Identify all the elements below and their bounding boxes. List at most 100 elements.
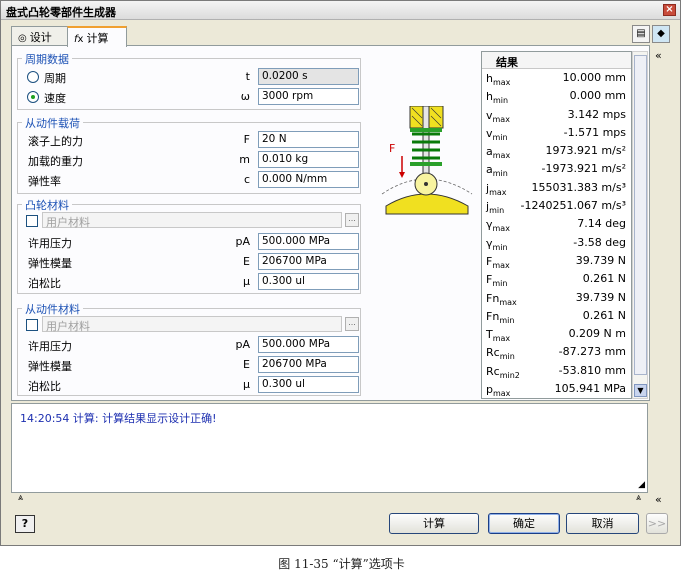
result-symbol: a bbox=[486, 145, 493, 159]
calculate-button[interactable]: 计算 bbox=[389, 513, 479, 534]
result-subscript: min bbox=[492, 279, 508, 289]
result-subscript: max bbox=[489, 187, 507, 197]
result-name: Tmax bbox=[486, 328, 510, 343]
follower-user-material-box: 用户材料 bbox=[42, 316, 342, 333]
result-name: Fmin bbox=[486, 273, 507, 288]
eraser-icon[interactable]: ◆ bbox=[652, 25, 670, 43]
period-field[interactable]: 0.0200 s bbox=[258, 68, 359, 85]
cam-poisson-row: 泊松比 μ 0.300 ul bbox=[18, 273, 362, 291]
cam-user-material-row: 用户材料 ... bbox=[18, 212, 362, 230]
result-row: jmin -1240251.067 m/s³ bbox=[482, 197, 631, 215]
result-subscript: max bbox=[492, 151, 511, 161]
title-bar: 盘式凸轮零部件生成器 × bbox=[1, 1, 680, 20]
scroll-down-arrow-icon[interactable]: ▼ bbox=[634, 384, 647, 397]
cam-user-material-checkbox[interactable] bbox=[26, 215, 38, 227]
roller-force-label: 滚子上的力 bbox=[28, 135, 83, 148]
tab-calculation[interactable]: fx 计算 bbox=[67, 26, 127, 47]
expand-panel-icon[interactable]: « bbox=[655, 493, 662, 506]
speed-label: 速度 bbox=[44, 92, 66, 105]
force-label: F bbox=[389, 142, 395, 155]
more-button[interactable]: >> bbox=[646, 513, 668, 534]
loaded-mass-symbol: m bbox=[239, 153, 250, 166]
tab-design[interactable]: ◎ 设计 bbox=[11, 26, 68, 46]
result-row: Fmin 0.261 N bbox=[482, 270, 631, 288]
cam-elastic-modulus-field[interactable]: 206700 MPa bbox=[258, 253, 359, 270]
cancel-button[interactable]: 取消 bbox=[566, 513, 639, 534]
help-button[interactable]: ? bbox=[15, 515, 35, 533]
follower-allowable-pressure-label: 许用压力 bbox=[28, 340, 72, 353]
loaded-mass-field[interactable]: 0.010 kg bbox=[258, 151, 359, 168]
follower-material-browse-button[interactable]: ... bbox=[345, 317, 359, 331]
cam-material-browse-button[interactable]: ... bbox=[345, 213, 359, 227]
result-name: Fnmax bbox=[486, 292, 517, 307]
result-row: vmax 3.142 mps bbox=[482, 106, 631, 124]
follower-poisson-field[interactable]: 0.300 ul bbox=[258, 376, 359, 393]
result-value: -1240251.067 m/s³ bbox=[520, 199, 626, 213]
cam-allowable-pressure-field[interactable]: 500.000 MPa bbox=[258, 233, 359, 250]
follower-user-material-checkbox[interactable] bbox=[26, 319, 38, 331]
result-symbol: Rc bbox=[486, 346, 500, 360]
period-radio[interactable] bbox=[27, 71, 39, 83]
close-button[interactable]: × bbox=[663, 4, 676, 16]
speed-field[interactable]: 3000 rpm bbox=[258, 88, 359, 105]
window-title: 盘式凸轮零部件生成器 bbox=[6, 6, 116, 19]
follower-elastic-modulus-label: 弹性模量 bbox=[28, 360, 72, 373]
spring-rate-label: 弹性率 bbox=[28, 175, 61, 188]
result-symbol: T bbox=[486, 328, 493, 342]
cam-elastic-modulus-row: 弹性模量 E 206700 MPa bbox=[18, 253, 362, 271]
collapse-messages-icon[interactable]: ⩓ bbox=[18, 493, 23, 503]
tab-calculation-label: 计算 bbox=[86, 32, 109, 45]
design-tab-icon: ◎ bbox=[18, 33, 27, 44]
result-value: 0.261 N bbox=[582, 308, 626, 322]
result-row: pmax 105.941 MPa bbox=[482, 380, 631, 398]
speed-row: 速度 ω 3000 rpm bbox=[18, 88, 362, 106]
result-row: Fmax 39.739 N bbox=[482, 252, 631, 270]
cam-user-material-box: 用户材料 bbox=[42, 212, 342, 229]
result-subscript: max bbox=[492, 114, 510, 124]
result-value: 39.739 N bbox=[575, 290, 626, 304]
result-symbol: a bbox=[486, 163, 493, 177]
speed-radio[interactable] bbox=[27, 91, 39, 103]
result-subscript: max bbox=[492, 224, 510, 234]
result-name: vmin bbox=[486, 127, 508, 142]
result-symbol: Fn bbox=[486, 309, 500, 323]
follower-elastic-modulus-row: 弹性模量 E 206700 MPa bbox=[18, 356, 362, 374]
result-subscript: min bbox=[492, 169, 508, 179]
result-value: 0.261 N bbox=[582, 272, 626, 286]
resize-grip-icon[interactable]: ◢ bbox=[638, 480, 645, 490]
ok-button[interactable]: 确定 bbox=[488, 513, 560, 534]
cam-follower-diagram: F bbox=[381, 106, 473, 215]
export-icon[interactable]: ▤ bbox=[632, 25, 650, 43]
roller-force-field[interactable]: 20 N bbox=[258, 131, 359, 148]
follower-material-group: 从动件材料 用户材料 ... 许用压力 pA 500.000 MPa 弹性模量 … bbox=[17, 301, 362, 396]
cam-elastic-modulus-symbol: E bbox=[243, 255, 250, 268]
cam-poisson-field[interactable]: 0.300 ul bbox=[258, 273, 359, 290]
follower-user-material-row: 用户材料 ... bbox=[18, 316, 362, 334]
period-data-title: 周期数据 bbox=[22, 51, 72, 67]
results-scrollbar[interactable]: ▼ bbox=[632, 51, 648, 399]
result-row: hmin 0.000 mm bbox=[482, 87, 631, 105]
calculation-tab-icon: fx bbox=[74, 34, 84, 45]
message-area: 14:20:54 计算: 计算结果显示设计正确! ◢ bbox=[11, 403, 648, 493]
result-row: amax 1973.921 m/s² bbox=[482, 142, 631, 160]
result-subscript: max bbox=[492, 78, 511, 88]
result-subscript: min bbox=[499, 352, 515, 362]
follower-poisson-row: 泊松比 μ 0.300 ul bbox=[18, 376, 362, 394]
period-label: 周期 bbox=[44, 72, 66, 85]
result-row: jmax 155031.383 m/s³ bbox=[482, 179, 631, 197]
results-scroll-thumb[interactable] bbox=[634, 55, 647, 375]
result-subscript: max bbox=[492, 334, 511, 344]
follower-elastic-modulus-symbol: E bbox=[243, 358, 250, 371]
result-value: 1973.921 m/s² bbox=[545, 144, 626, 158]
result-subscript: min bbox=[489, 206, 505, 216]
result-name: γmin bbox=[486, 237, 508, 252]
follower-guide-left bbox=[409, 106, 425, 129]
cam-allowable-pressure-symbol: pA bbox=[235, 235, 250, 248]
follower-allowable-pressure-field[interactable]: 500.000 MPa bbox=[258, 336, 359, 353]
spring-rate-field[interactable]: 0.000 N/mm bbox=[258, 171, 359, 188]
collapse-results-icon[interactable]: « bbox=[655, 49, 662, 62]
expand-messages-icon[interactable]: ⩓ bbox=[636, 493, 641, 503]
result-row: Fnmax 39.739 N bbox=[482, 289, 631, 307]
follower-elastic-modulus-field[interactable]: 206700 MPa bbox=[258, 356, 359, 373]
result-value: -87.273 mm bbox=[558, 345, 626, 359]
